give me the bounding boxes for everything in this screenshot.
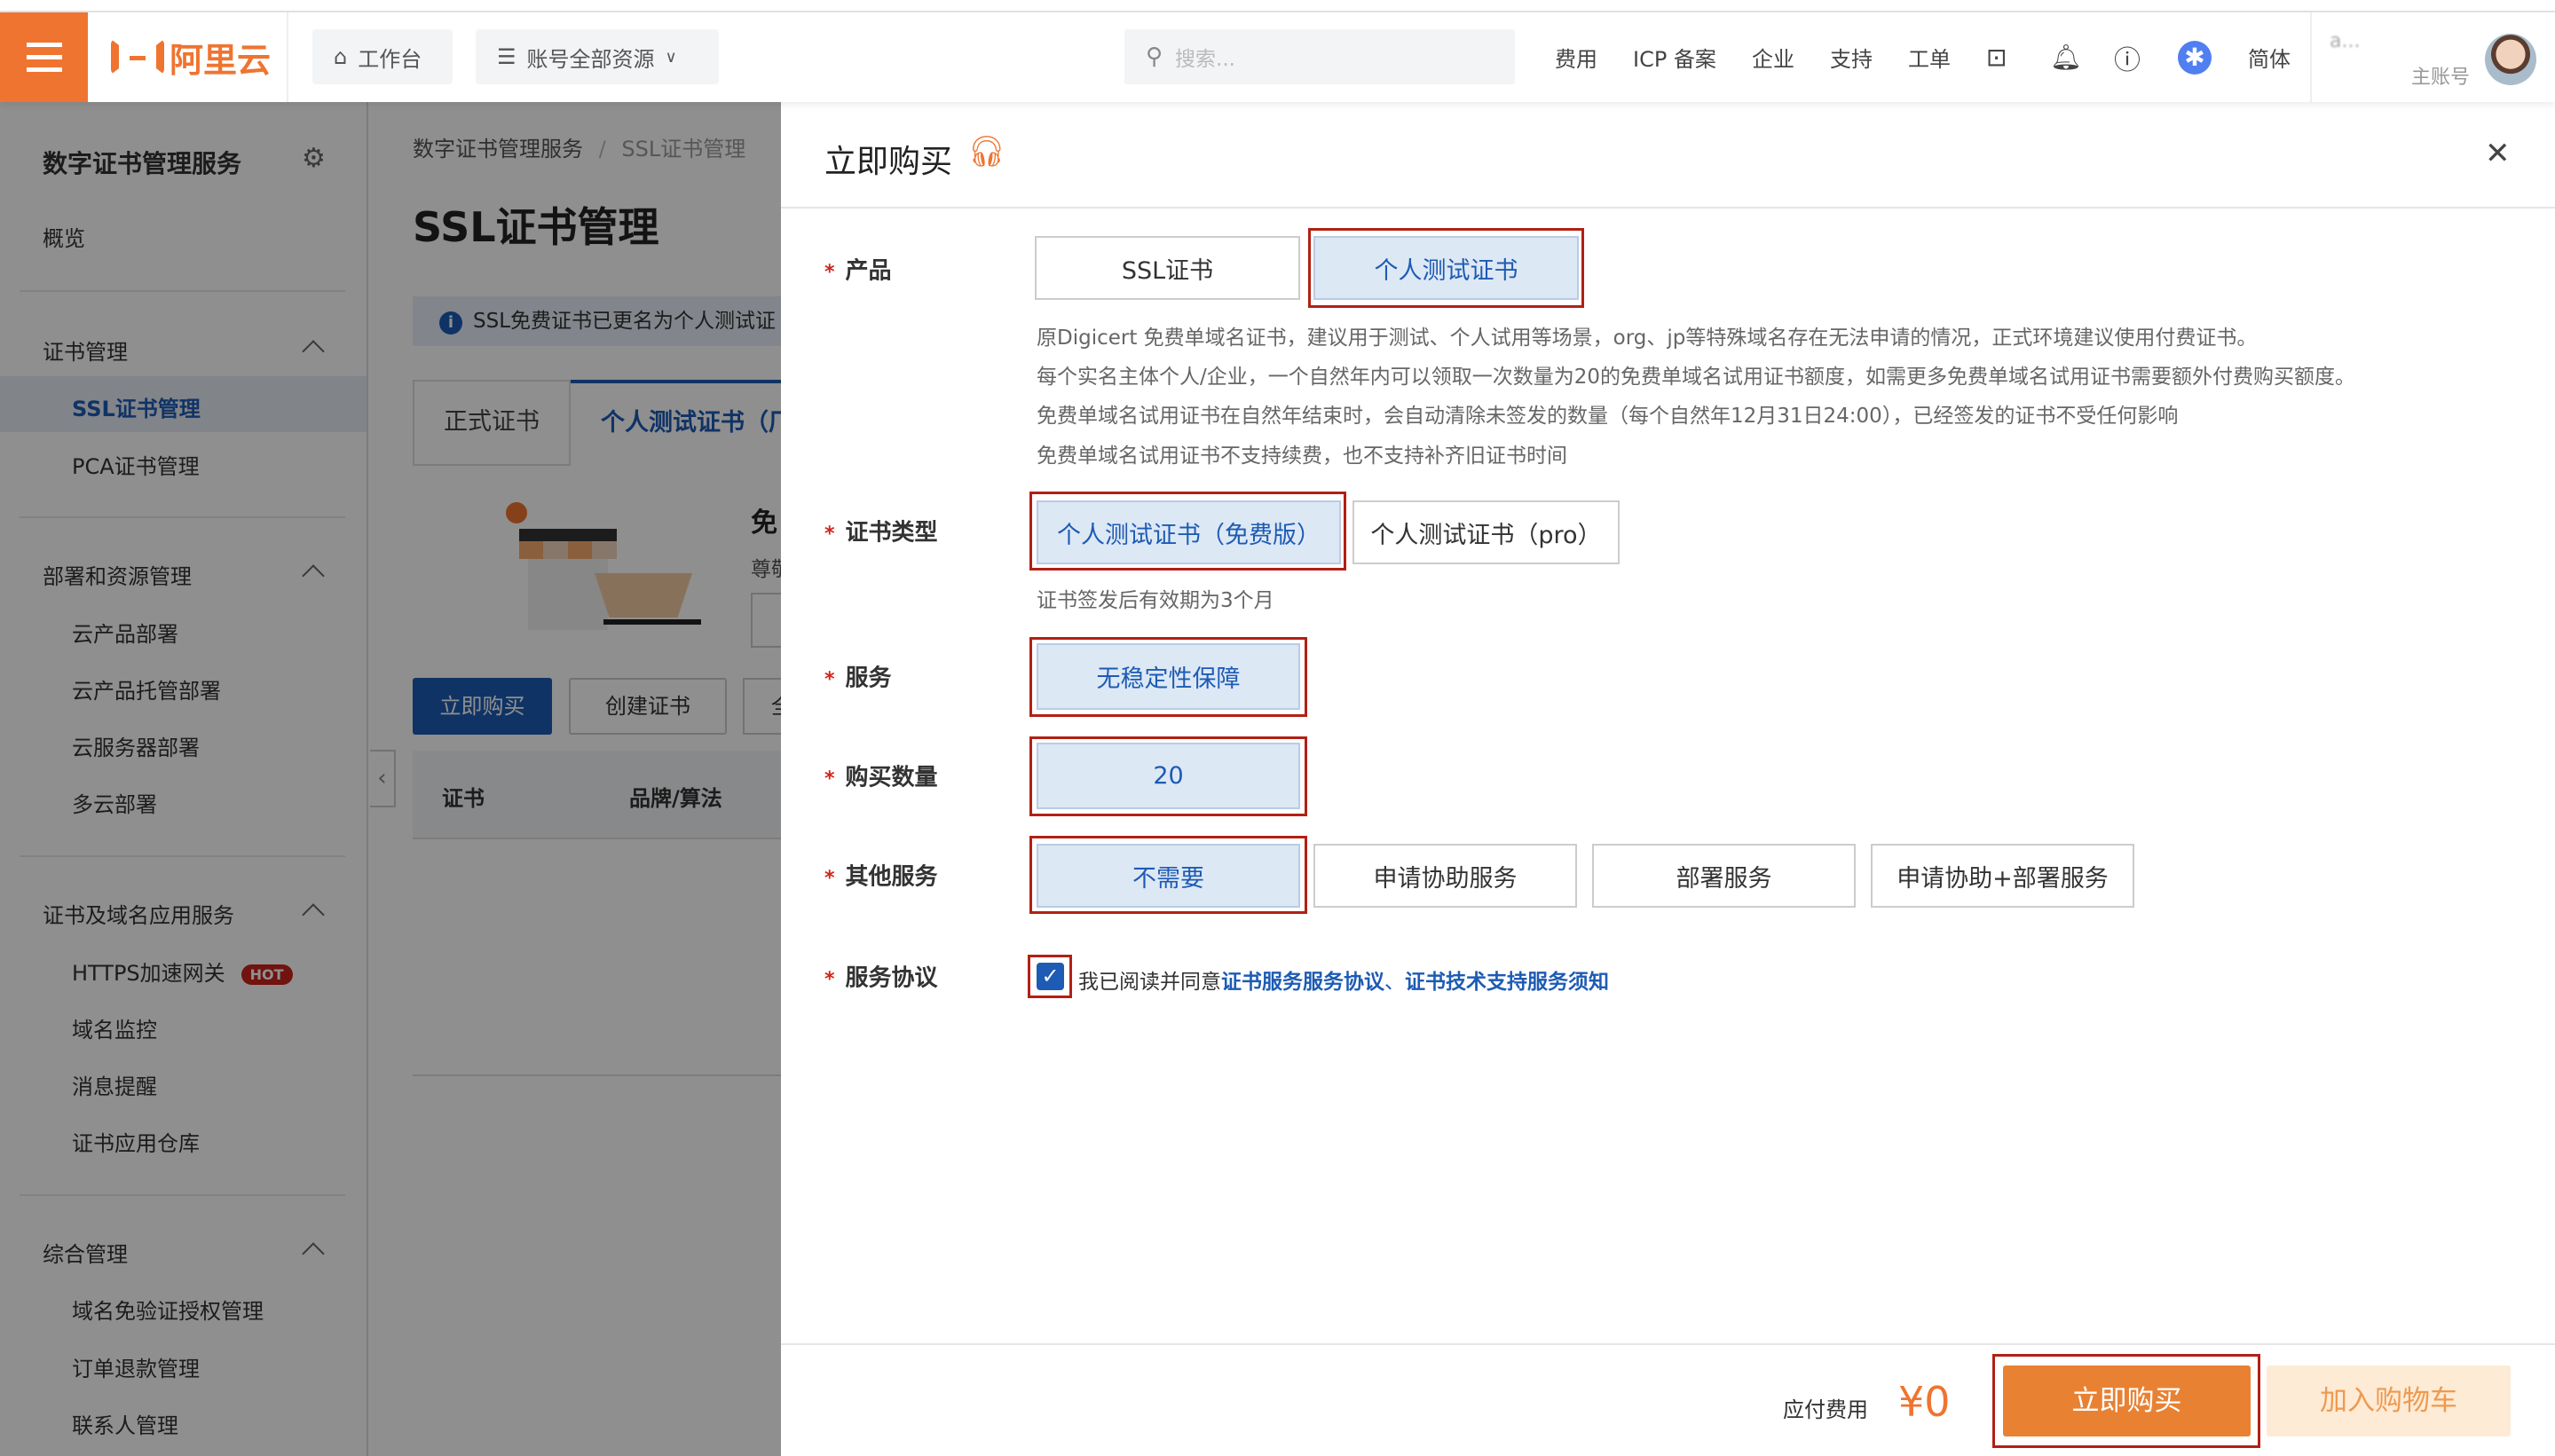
logo-mark-icon (111, 39, 164, 75)
language-switch[interactable]: 简体 (2248, 12, 2291, 102)
option-pro-edition[interactable]: 个人测试证书（pro） (1352, 500, 1620, 564)
description-line: 免费单域名试用证书不支持续费，也不支持补齐旧证书时间 (1037, 445, 1567, 468)
option-assist-deploy-service[interactable]: 申请协助+部署服务 (1871, 844, 2134, 908)
nav-label: 支持 (1830, 47, 1873, 72)
description-line: 原Digicert 免费单域名证书，建议用于测试、个人试用等场景，org、jp等… (1037, 327, 2258, 350)
add-to-cart-button[interactable]: 加入购物车 (2267, 1365, 2511, 1436)
other-services-label: * 其他服务 (824, 863, 938, 891)
aliyun-logo[interactable]: 阿里云 (111, 34, 271, 80)
home-icon: ⌂ (334, 44, 348, 69)
resources-label: 账号全部资源 (526, 46, 655, 72)
description-line: 免费单域名试用证书在自然年结束时，会自动清除未签发的数量（每个自然年12月31日… (1037, 405, 2179, 428)
nav-label: ICP 备案 (1633, 47, 1716, 72)
search-input[interactable]: ⚲ 搜索... (1124, 29, 1515, 84)
bell-icon[interactable]: 🔔︎ (2050, 12, 2082, 102)
nav-icp[interactable]: ICP 备案 (1633, 12, 1716, 102)
option-ssl-cert[interactable]: SSL证书 (1035, 236, 1300, 300)
avatar[interactable] (2485, 34, 2536, 85)
search-icon: ⚲ (1146, 43, 1163, 70)
nav-ticket[interactable]: 工单 (1908, 12, 1951, 102)
list-icon: ☰ (497, 44, 517, 69)
top-header: 阿里云 ⌂ 工作台 ☰ 账号全部资源 ∨ ⚲ 搜索... 费用 ICP 备案 企业 支持… (0, 12, 2555, 102)
service-label: * 服务 (824, 665, 892, 692)
workbench-label: 工作台 (358, 46, 422, 72)
headset-icon[interactable]: 🎧︎ (967, 134, 1005, 169)
nav-enterprise[interactable]: 企业 (1752, 12, 1794, 102)
description-line: 每个实名主体个人/企业，一个自然年内可以领取一次数量为20的免费单域名试用证书额… (1037, 366, 2356, 389)
purchase-drawer: 立即购买 🎧︎ ✕ * 产品 SSL证书 个人测试证书 原Digicert 免费单… (781, 102, 2555, 1456)
resources-dropdown[interactable]: ☰ 账号全部资源 ∨ (476, 29, 719, 84)
help-icon[interactable]: ⓘ (2114, 12, 2141, 102)
agreement-label: * 服务协议 (824, 964, 938, 992)
menu-button[interactable] (0, 12, 88, 102)
service-agreement-link[interactable]: 证书服务服务协议 (1221, 971, 1384, 994)
nav-support[interactable]: 支持 (1830, 12, 1873, 102)
user-menu[interactable]: a... 主账号 (2330, 30, 2470, 90)
logo-text: 阿里云 (170, 40, 272, 80)
workbench-button[interactable]: ⌂ 工作台 (312, 29, 453, 84)
support-notice-link[interactable]: 证书技术支持服务须知 (1405, 971, 1609, 994)
account-type: 主账号 (2410, 67, 2470, 89)
fee-amount: ¥0 (1898, 1378, 1951, 1426)
search-placeholder: 搜索... (1175, 48, 1235, 71)
option-free-edition[interactable]: 个人测试证书（免费版） (1037, 500, 1341, 564)
validity-hint: 证书签发后有效期为3个月 (1037, 589, 1274, 612)
username: a... (2330, 30, 2361, 52)
lang-label: 简体 (2248, 47, 2291, 72)
nav-fee[interactable]: 费用 (1555, 12, 1597, 102)
nav-label: 企业 (1752, 47, 1794, 72)
close-icon[interactable]: ✕ (2485, 136, 2511, 171)
separator: 、 (1384, 971, 1405, 994)
assistant-icon[interactable]: ✱ (2178, 41, 2212, 75)
quantity-label: * 购买数量 (824, 764, 938, 791)
buy-now-button[interactable]: 立即购买 (2003, 1365, 2251, 1436)
terminal-icon[interactable]: ⊡ (1986, 12, 2007, 102)
agreement-text: 我已阅读并同意 (1078, 971, 1221, 994)
quantity-option[interactable]: 20 (1037, 743, 1300, 809)
nav-label: 费用 (1555, 47, 1597, 72)
divider (287, 12, 288, 102)
fee-label: 应付费用 (1783, 1397, 1868, 1422)
drawer-title: 立即购买 (824, 144, 953, 180)
option-no-stability[interactable]: 无稳定性保障 (1037, 643, 1300, 710)
nav-label: 工单 (1908, 47, 1951, 72)
option-deploy-service[interactable]: 部署服务 (1592, 844, 1856, 908)
agreement-checkbox[interactable]: ✓ (1037, 963, 1064, 990)
cert-type-label: * 证书类型 (824, 519, 938, 547)
option-personal-test-cert[interactable]: 个人测试证书 (1313, 236, 1579, 300)
chevron-down-icon: ∨ (665, 47, 677, 67)
divider (2310, 12, 2312, 102)
modal-overlay[interactable] (0, 102, 781, 1456)
option-assist-service[interactable]: 申请协助服务 (1313, 844, 1577, 908)
product-label: * 产品 (824, 257, 892, 285)
option-not-needed[interactable]: 不需要 (1037, 844, 1300, 908)
